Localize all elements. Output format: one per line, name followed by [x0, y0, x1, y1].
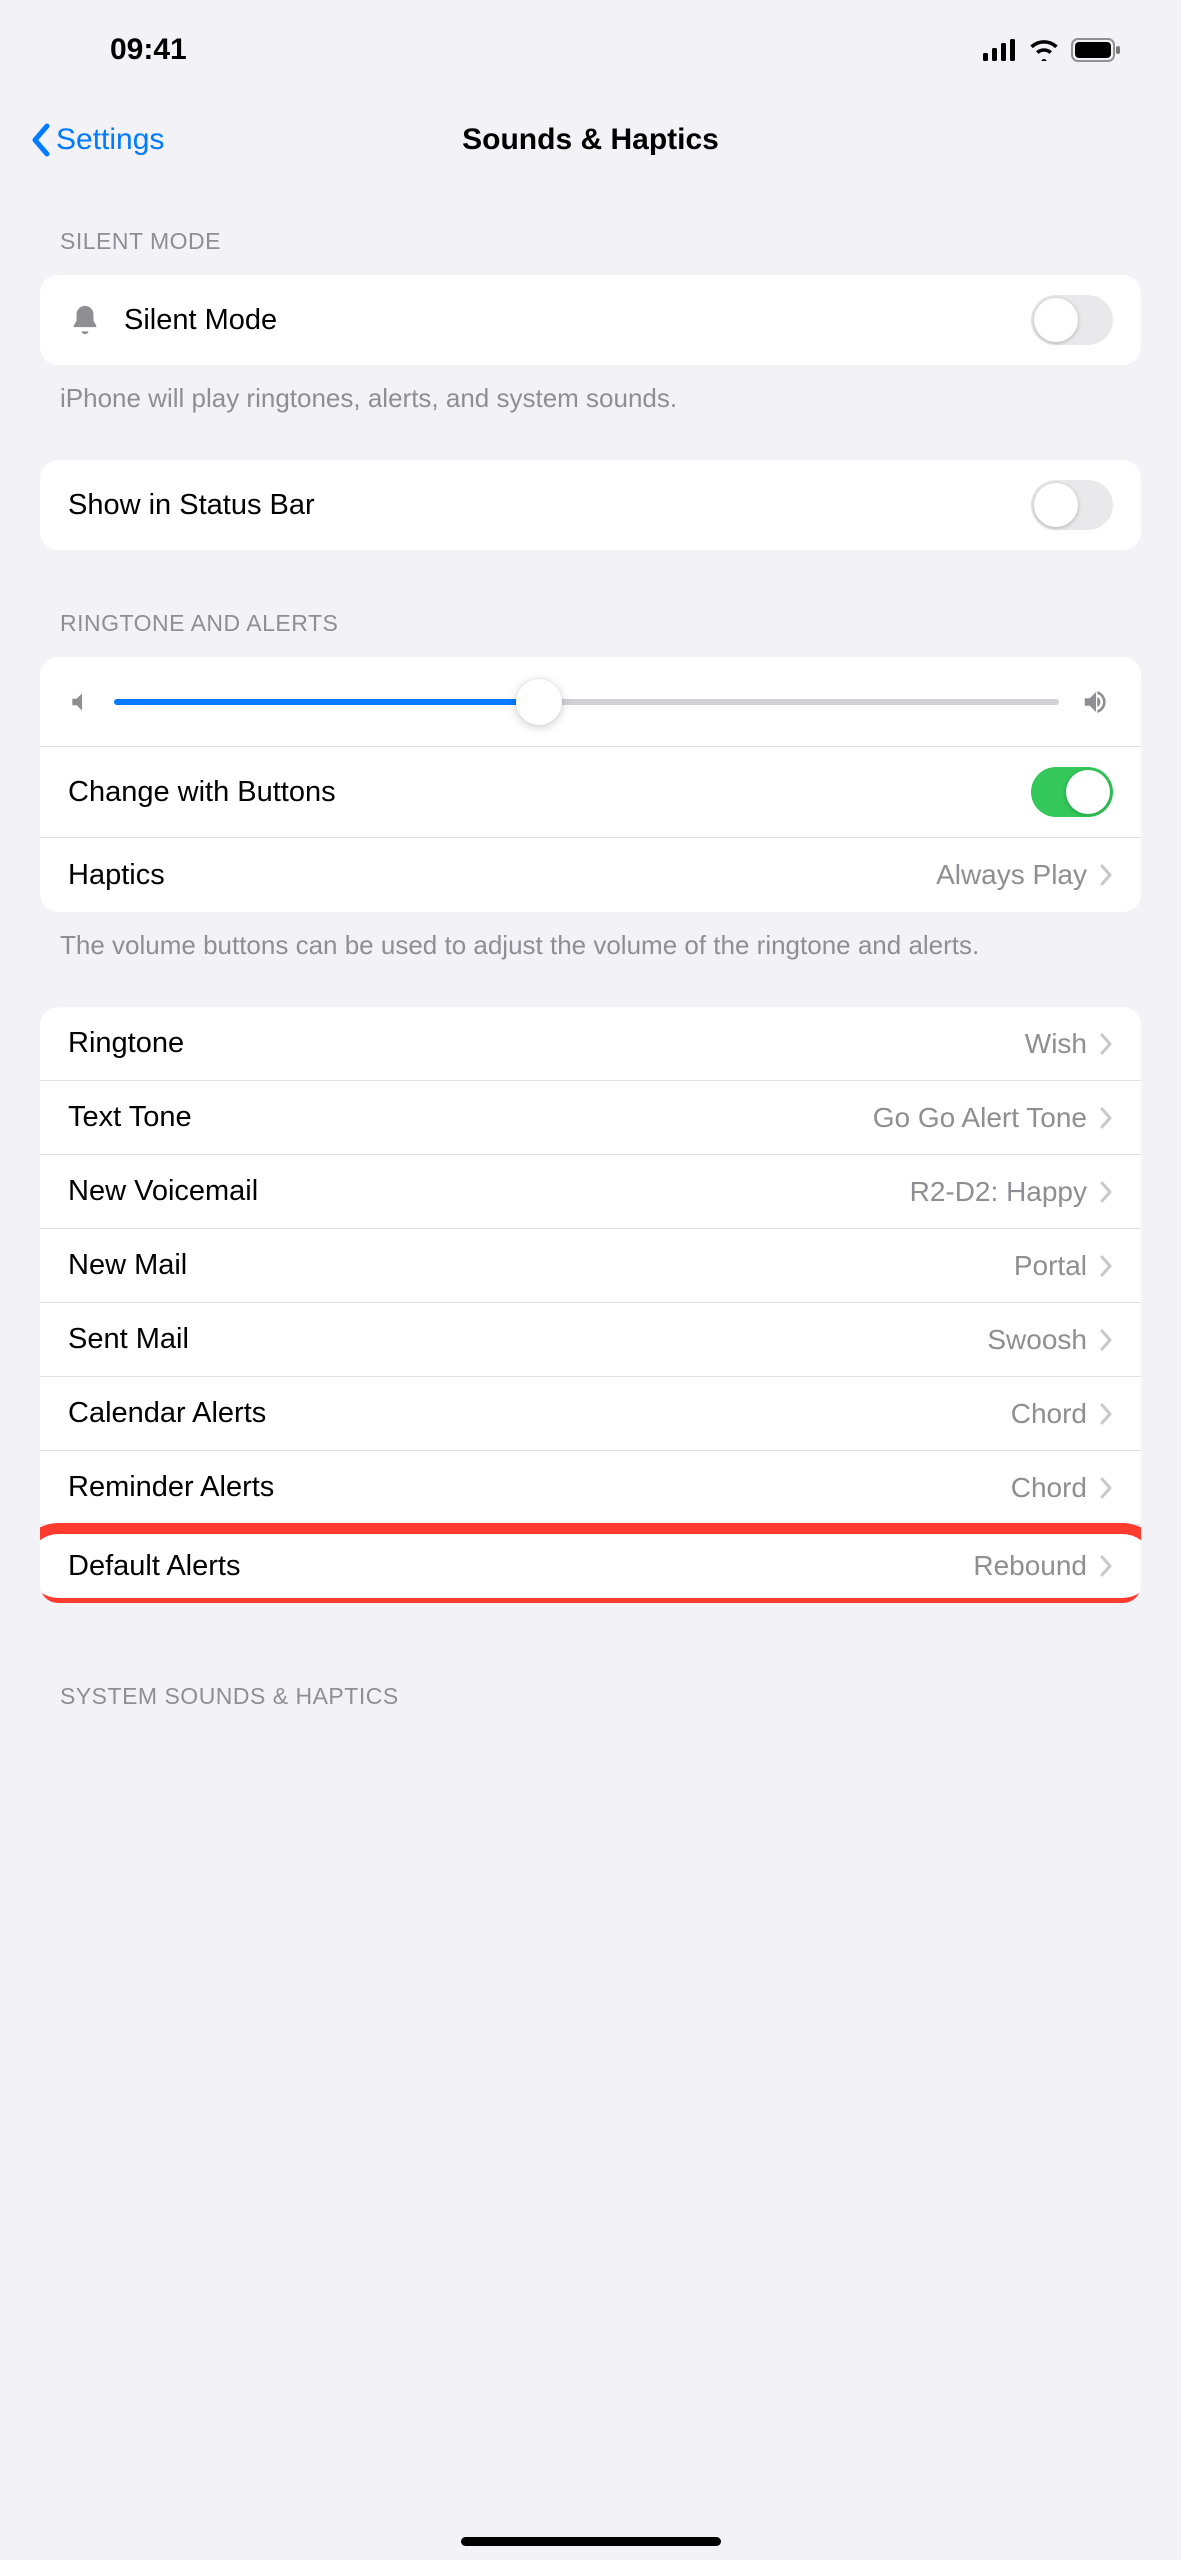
- row-change-with-buttons[interactable]: Change with Buttons: [40, 747, 1141, 838]
- sound-label: New Mail: [68, 1249, 1014, 1282]
- change-buttons-toggle[interactable]: [1031, 767, 1113, 817]
- sound-value: Chord: [1011, 1398, 1087, 1430]
- chevron-right-icon: [1099, 1328, 1113, 1352]
- content: SILENT MODE Silent Mode iPhone will play…: [0, 180, 1181, 1762]
- sound-label: Sent Mail: [68, 1323, 987, 1356]
- section-header-ringtone: RINGTONE AND ALERTS: [0, 550, 1181, 649]
- chevron-right-icon: [1099, 1476, 1113, 1500]
- sound-label: Calendar Alerts: [68, 1397, 1011, 1430]
- haptics-label: Haptics: [68, 859, 936, 892]
- back-label: Settings: [56, 123, 164, 157]
- speaker-low-icon: [68, 689, 94, 715]
- sound-label: Text Tone: [68, 1101, 873, 1134]
- nav-bar: Settings Sounds & Haptics: [0, 100, 1181, 180]
- sound-value: Chord: [1011, 1472, 1087, 1504]
- sound-value: R2-D2: Happy: [910, 1176, 1087, 1208]
- haptics-value: Always Play: [936, 859, 1087, 891]
- ringtone-footer: The volume buttons can be used to adjust…: [0, 912, 1181, 963]
- silent-mode-toggle[interactable]: [1031, 295, 1113, 345]
- status-icons: [983, 38, 1121, 62]
- bell-icon: [68, 303, 124, 337]
- card-sounds: RingtoneWishText ToneGo Go Alert ToneNew…: [40, 1007, 1141, 1603]
- sound-value: Go Go Alert Tone: [873, 1102, 1087, 1134]
- row-haptics[interactable]: Haptics Always Play: [40, 838, 1141, 912]
- card-statusbar: Show in Status Bar: [40, 460, 1141, 550]
- back-button[interactable]: Settings: [30, 123, 164, 157]
- sound-value: Portal: [1014, 1250, 1087, 1282]
- row-sound[interactable]: Text ToneGo Go Alert Tone: [40, 1081, 1141, 1155]
- sound-value: Wish: [1025, 1028, 1087, 1060]
- chevron-right-icon: [1099, 1106, 1113, 1130]
- row-sound[interactable]: Calendar AlertsChord: [40, 1377, 1141, 1451]
- row-sound[interactable]: New VoicemailR2-D2: Happy: [40, 1155, 1141, 1229]
- row-volume-slider[interactable]: [40, 657, 1141, 747]
- card-silent: Silent Mode: [40, 275, 1141, 365]
- section-header-system: SYSTEM SOUNDS & HAPTICS: [0, 1603, 1181, 1722]
- chevron-right-icon: [1099, 1180, 1113, 1204]
- speaker-high-icon: [1079, 687, 1113, 717]
- page-title: Sounds & Haptics: [0, 123, 1181, 157]
- row-sound[interactable]: Reminder AlertsChord: [40, 1451, 1141, 1525]
- chevron-right-icon: [1099, 1032, 1113, 1056]
- wifi-icon: [1029, 39, 1059, 61]
- chevron-right-icon: [1099, 1554, 1113, 1578]
- status-time: 09:41: [110, 33, 187, 67]
- volume-slider[interactable]: [114, 699, 1059, 705]
- row-sound[interactable]: Sent MailSwoosh: [40, 1303, 1141, 1377]
- row-show-statusbar[interactable]: Show in Status Bar: [40, 460, 1141, 550]
- change-buttons-label: Change with Buttons: [68, 776, 1031, 809]
- show-statusbar-label: Show in Status Bar: [68, 489, 1031, 522]
- sound-label: Reminder Alerts: [68, 1471, 1011, 1504]
- chevron-right-icon: [1099, 1402, 1113, 1426]
- row-sound[interactable]: New MailPortal: [40, 1229, 1141, 1303]
- sound-value: Rebound: [973, 1550, 1087, 1582]
- sound-value: Swoosh: [987, 1324, 1087, 1356]
- sound-label: Ringtone: [68, 1027, 1025, 1060]
- cellular-icon: [983, 39, 1017, 61]
- silent-footer: iPhone will play ringtones, alerts, and …: [0, 365, 1181, 416]
- chevron-right-icon: [1099, 863, 1113, 887]
- row-silent-mode[interactable]: Silent Mode: [40, 275, 1141, 365]
- show-statusbar-toggle[interactable]: [1031, 480, 1113, 530]
- sound-label: Default Alerts: [68, 1550, 973, 1583]
- row-sound[interactable]: RingtoneWish: [40, 1007, 1141, 1081]
- sound-label: New Voicemail: [68, 1175, 910, 1208]
- home-indicator[interactable]: [461, 2537, 721, 2546]
- card-ringtone: Change with Buttons Haptics Always Play: [40, 657, 1141, 912]
- battery-icon: [1071, 38, 1121, 62]
- chevron-left-icon: [30, 123, 52, 157]
- section-header-silent: SILENT MODE: [0, 180, 1181, 267]
- chevron-right-icon: [1099, 1254, 1113, 1278]
- row-sound[interactable]: Default AlertsRebound: [40, 1529, 1141, 1603]
- status-bar: 09:41: [0, 0, 1181, 100]
- silent-mode-label: Silent Mode: [124, 304, 1031, 337]
